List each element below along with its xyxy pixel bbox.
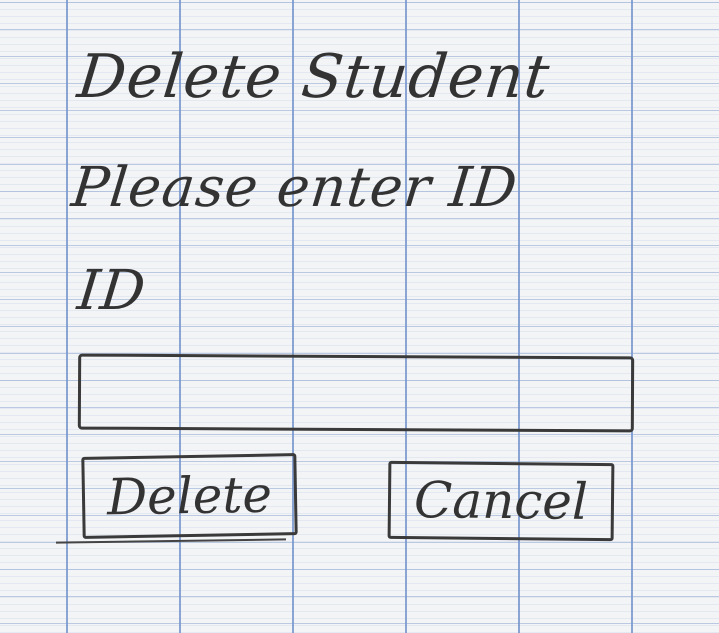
pen-stroke (55, 538, 287, 544)
cancel-button[interactable]: Cancel (387, 460, 615, 542)
dialog-title: Delete Student (74, 42, 554, 112)
delete-button[interactable]: Delete (81, 453, 298, 539)
id-input[interactable] (77, 353, 635, 433)
delete-student-dialog: Delete Student Please enter ID ID Delete… (0, 0, 719, 633)
prompt-text: Please enter ID (68, 155, 521, 219)
id-label: ID (74, 258, 150, 322)
